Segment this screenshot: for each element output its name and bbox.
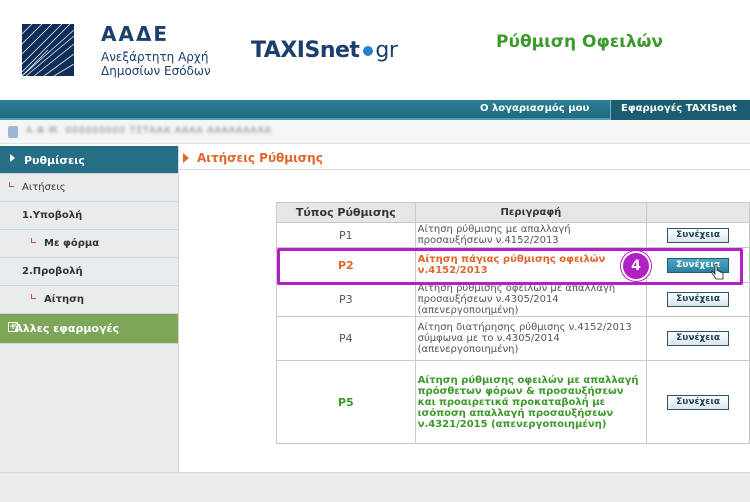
row-action-cell: Συνέχεια	[646, 222, 750, 248]
continue-button[interactable]: Συνέχεια	[667, 331, 730, 346]
header: ΑΑΔΕ Ανεξάρτητη Αρχή Δημοσίων Εσόδων TAX…	[0, 0, 750, 100]
corner-arrow-icon	[31, 238, 36, 243]
brand-suffix: gr	[375, 38, 398, 63]
my-account-link[interactable]: Ο λογαριασμός μου	[480, 103, 589, 114]
sidebar-item-application[interactable]: Αίτηση	[0, 286, 178, 314]
taxisnet-logo: TAXISnet gr	[251, 38, 398, 63]
hand-cursor-icon	[711, 264, 724, 280]
footer	[0, 472, 750, 502]
table-row: P2 Αίτηση πάγιας ρύθμισης οφειλών ν.4152…	[276, 247, 750, 283]
row-description: Αίτηση διατήρησης ρύθμισης ν.4152/2013 σ…	[414, 316, 648, 361]
row-type: P2	[276, 247, 416, 283]
sidebar-item-label: 1.Υποβολή	[22, 210, 83, 221]
continue-button[interactable]: Συνέχεια	[667, 292, 730, 307]
top-nav-bar: Ο λογαριασμός μου Εφαρμογές TAXISnet	[0, 100, 750, 120]
brand-dot-icon	[363, 46, 374, 56]
row-type: P5	[276, 360, 416, 444]
sidebar-item-label: Ρυθμίσεις	[24, 154, 85, 167]
org-subtitle-line1: Ανεξάρτητη Αρχή	[101, 50, 209, 64]
sidebar-item-label: Με φόρμα	[44, 238, 100, 249]
table-row: P1 Αίτηση ρύθμισης με απαλλαγή προσαυξήσ…	[276, 222, 750, 248]
table-row: P3 Αίτηση ρύθμισης οφειλών με απαλλαγή π…	[276, 282, 750, 317]
arrow-right-icon	[10, 154, 15, 162]
taxisnet-apps-tab[interactable]: Εφαρμογές TAXISnet	[610, 100, 750, 120]
row-type: P4	[276, 316, 416, 361]
triangle-right-icon	[183, 153, 189, 163]
sidebar-item-label: Αιτήσεις	[22, 182, 66, 193]
section-title: Αιτήσεις Ρύθμισης	[197, 151, 323, 165]
org-subtitle: Ανεξάρτητη Αρχή Δημοσίων Εσόδων	[101, 50, 211, 78]
sidebar-item-with-form[interactable]: Με φόρμα	[0, 230, 178, 258]
row-action-cell: Συνέχεια	[646, 247, 750, 283]
sidebar-item-submit[interactable]: 1.Υποβολή	[0, 202, 178, 230]
row-type: P1	[276, 222, 416, 248]
table-row: P4 Αίτηση διατήρησης ρύθμισης ν.4152/201…	[276, 316, 750, 361]
sidebar-item-other-apps[interactable]: + Άλλες εφαρμογές	[0, 314, 178, 344]
corner-arrow-icon	[9, 182, 14, 187]
step-badge: 4	[621, 251, 651, 281]
row-description: Αίτηση ρύθμισης οφειλών με απαλλαγή προσ…	[414, 282, 648, 317]
row-type: P3	[276, 282, 416, 317]
org-title: ΑΑΔΕ	[101, 22, 170, 46]
sidebar-item-label: 2.Προβολή	[22, 266, 83, 277]
aade-logo-icon	[22, 24, 74, 76]
sidebar-item-label: Άλλες εφαρμογές	[14, 322, 120, 335]
row-description: Αίτηση ρύθμισης οφειλών με απαλλαγή πρόσ…	[414, 360, 648, 444]
row-action-cell: Συνέχεια	[646, 316, 750, 361]
row-action-cell: Συνέχεια	[646, 282, 750, 317]
header-type: Τύπος Ρύθμισης	[276, 202, 416, 223]
continue-button[interactable]: Συνέχεια	[667, 227, 730, 243]
sidebar: Ρυθμίσεις Αιτήσεις 1.Υποβολή Με φόρμα 2.…	[0, 146, 178, 472]
header-actions	[646, 202, 750, 223]
brand-name: TAXISnet	[251, 38, 360, 63]
applications-table: Τύπος Ρύθμισης Περιγραφή P1 Αίτηση ρύθμι…	[276, 202, 750, 444]
corner-arrow-icon	[31, 294, 36, 299]
table-header-row: Τύπος Ρύθμισης Περιγραφή	[276, 202, 750, 223]
taxisnet-apps-label: Εφαρμογές TAXISnet	[621, 103, 737, 114]
user-info-text: Α.Φ.Μ. 000000000 ΤΣΤΑΑΑ ΑΑΑΑ ΑΑΑΑΑΑΑΑΑ	[26, 126, 272, 136]
sidebar-item-settings[interactable]: Ρυθμίσεις	[0, 146, 178, 174]
sidebar-item-view[interactable]: 2.Προβολή	[0, 258, 178, 286]
user-icon	[8, 126, 18, 138]
row-description: Αίτηση πάγιας ρύθμισης οφειλών ν.4152/20…	[414, 247, 648, 283]
continue-button[interactable]: Συνέχεια	[667, 394, 730, 410]
section-title-bar: Αιτήσεις Ρύθμισης	[179, 146, 750, 170]
table-row: P5 Αίτηση ρύθμισης οφειλών με απαλλαγή π…	[276, 360, 750, 444]
row-action-cell: Συνέχεια	[646, 360, 750, 444]
user-info-strip: Α.Φ.Μ. 000000000 ΤΣΤΑΑΑ ΑΑΑΑ ΑΑΑΑΑΑΑΑΑ	[0, 120, 750, 144]
row-description: Αίτηση ρύθμισης με απαλλαγή προσαυξήσεων…	[414, 222, 648, 248]
page-heading: Ρύθμιση Οφειλών	[496, 32, 663, 52]
header-description: Περιγραφή	[414, 202, 648, 223]
org-subtitle-line2: Δημοσίων Εσόδων	[101, 64, 211, 78]
sidebar-item-applications[interactable]: Αιτήσεις	[0, 174, 178, 202]
sidebar-item-label: Αίτηση	[44, 294, 85, 305]
page: ΑΑΔΕ Ανεξάρτητη Αρχή Δημοσίων Εσόδων TAX…	[0, 0, 750, 502]
